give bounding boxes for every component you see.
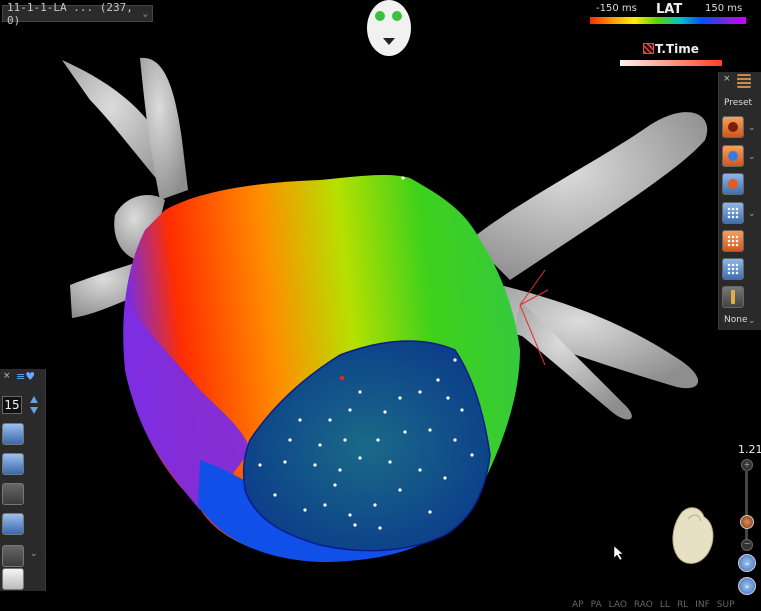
chevron-down-icon[interactable]: ⌄ <box>748 123 756 133</box>
lat-min-label: -150 ms <box>596 3 637 14</box>
lat-title: LAT <box>656 2 683 17</box>
preset-toolbar: × Preset ⌄ ⌄ ⌄ None ⌄ <box>718 72 761 330</box>
lat-max-label: 150 ms <box>705 3 743 14</box>
preset-label: Preset <box>724 98 753 108</box>
pulmonary-vein-right-upper <box>470 112 708 280</box>
tool-button-1[interactable] <box>2 423 24 445</box>
tool-button-2[interactable] <box>2 453 24 475</box>
rotate-down-button[interactable]: ⌄ <box>738 554 756 572</box>
tool-button-4[interactable] <box>2 513 24 535</box>
view-ap[interactable]: AP <box>572 600 584 610</box>
zoom-slider-track[interactable] <box>745 470 748 542</box>
zoom-slider-thumb[interactable] <box>740 515 754 529</box>
map-selector-label: 11-1-1-LA ... (237, 0) <box>7 0 133 27</box>
chevron-down-icon[interactable]: ⌄ <box>748 316 756 326</box>
close-icon[interactable]: × <box>3 371 11 381</box>
view-rao[interactable]: RAO <box>634 600 653 610</box>
preset-button-3[interactable] <box>722 173 744 195</box>
preset-button-4[interactable] <box>722 202 744 224</box>
view-rl[interactable]: RL <box>677 600 688 610</box>
view-lao[interactable]: LAO <box>609 600 627 610</box>
chevron-down-icon[interactable]: ⌄ <box>30 549 38 559</box>
tool-button-5[interactable] <box>2 545 24 567</box>
value-input[interactable]: 15 <box>2 396 22 414</box>
heart-orientation-icon <box>672 507 714 564</box>
preset-button-2[interactable] <box>722 145 744 167</box>
head-orientation-icon <box>367 0 411 56</box>
grid-settings-icon[interactable] <box>737 74 751 88</box>
preset-button-6[interactable] <box>722 258 744 280</box>
heart-filter-icon[interactable]: ≡♥ <box>16 370 35 383</box>
zoom-out-button[interactable]: − <box>741 539 753 551</box>
left-toolbar: × ≡♥ 15 ⌄ <box>0 369 46 591</box>
view-ll[interactable]: LL <box>660 600 670 610</box>
lat-color-bar <box>590 17 746 24</box>
view-sup[interactable]: SUP <box>717 600 735 610</box>
ttime-icon <box>643 43 654 54</box>
chevron-down-icon[interactable]: ⌄ <box>748 152 756 162</box>
map-selector-dropdown[interactable]: 11-1-1-LA ... (237, 0) ⌄ <box>2 1 153 27</box>
chevron-down-icon[interactable]: ⌄ <box>748 209 756 219</box>
tool-button-3[interactable] <box>2 483 24 505</box>
preset-button-1[interactable] <box>722 116 744 138</box>
tool-button-6[interactable] <box>2 568 24 590</box>
preset-none-label[interactable]: None <box>724 315 747 325</box>
reset-view-button[interactable]: ⌄ <box>738 577 756 595</box>
zoom-level: 1.21 <box>738 443 761 456</box>
chevron-down-icon: ⌄ <box>142 8 148 19</box>
preset-button-7[interactable] <box>722 286 744 308</box>
view-pa[interactable]: PA <box>591 600 602 610</box>
view-inf[interactable]: INF <box>695 600 710 610</box>
ttime-color-bar <box>620 60 722 66</box>
close-icon[interactable]: × <box>723 74 731 84</box>
preset-button-5[interactable] <box>722 230 744 252</box>
spinner-arrows-icon[interactable] <box>29 394 39 416</box>
ttime-label: T.Time <box>655 42 699 56</box>
mouse-cursor-icon <box>614 546 624 560</box>
3d-map-viewport[interactable] <box>0 0 761 611</box>
view-buttons: AP PA LAO RAO LL RL INF SUP <box>572 600 735 610</box>
